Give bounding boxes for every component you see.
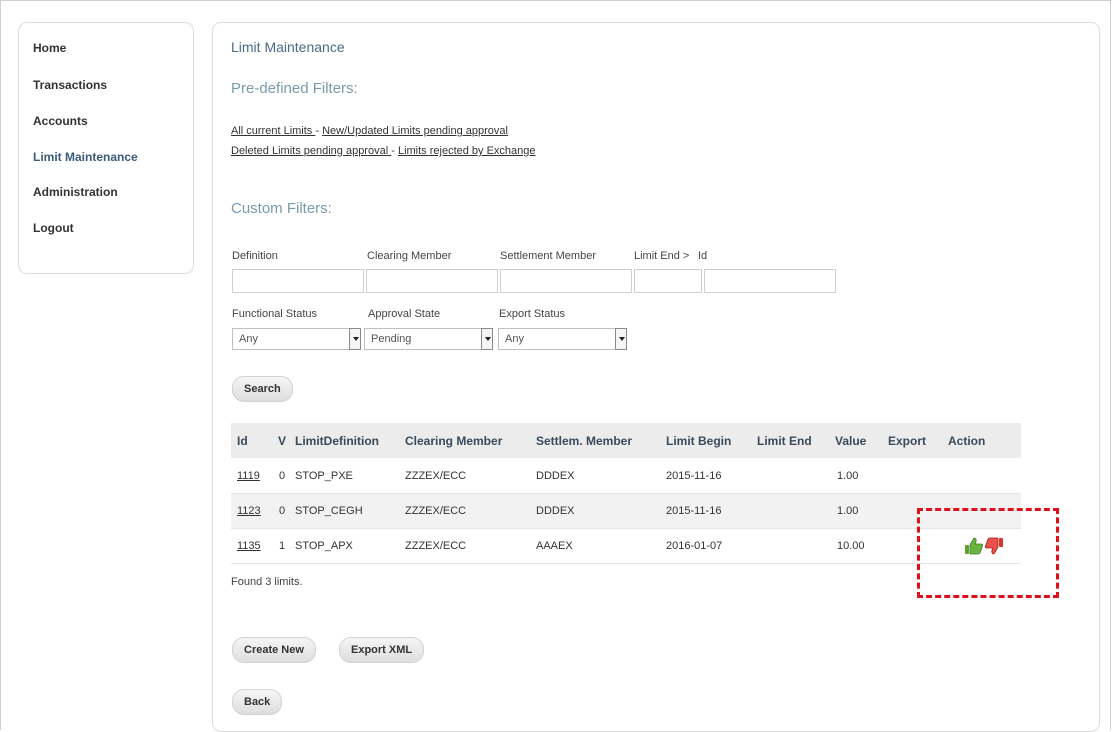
predefined-filters-row-2: Deleted Limits pending approval - Limits… xyxy=(231,145,536,157)
nav-item-transactions[interactable]: Transactions xyxy=(33,78,107,92)
row-version: 0 xyxy=(279,470,286,482)
nav-item-limit-maintenance[interactable]: Limit Maintenance xyxy=(33,150,138,164)
row-settlement-member: DDDEX xyxy=(536,470,575,482)
row-id-link[interactable]: 1123 xyxy=(237,505,261,517)
row-value: 10.00 xyxy=(837,540,865,552)
chevron-down-icon[interactable] xyxy=(349,328,361,350)
approval-state-value: Pending xyxy=(371,333,412,345)
row-id-link[interactable]: 1119 xyxy=(237,470,260,482)
export-status-label: Export Status xyxy=(499,308,566,320)
row-definition: STOP_PXE xyxy=(295,470,353,482)
row-value: 1.00 xyxy=(837,505,859,517)
row-limit-begin: 2015-11-16 xyxy=(666,505,722,517)
main-panel: Limit Maintenance Pre-defined Filters: A… xyxy=(212,22,1100,732)
settlement-member-label: Settlement Member xyxy=(500,250,596,262)
row-definition: STOP_CEGH xyxy=(295,505,363,517)
clearing-member-input[interactable] xyxy=(366,269,498,293)
header-action: Action xyxy=(948,434,986,448)
export-status-select[interactable]: Any xyxy=(498,328,627,350)
functional-status-select[interactable]: Any xyxy=(232,328,361,350)
link-new-updated-pending[interactable]: New/Updated Limits pending approval xyxy=(322,125,508,137)
page-title: Limit Maintenance xyxy=(231,39,345,55)
header-value[interactable]: Value xyxy=(835,434,866,448)
id-label: Id xyxy=(698,250,708,262)
nav-item-home[interactable]: Home xyxy=(33,41,66,55)
functional-status-label: Functional Status xyxy=(232,308,317,320)
nav-item-logout[interactable]: Logout xyxy=(33,221,74,235)
custom-filters-title: Custom Filters: xyxy=(231,200,332,217)
row-version: 0 xyxy=(279,505,286,517)
table-header: Id V LimitDefinition Clearing Member Set… xyxy=(231,423,1021,458)
row-settlement-member: AAAEX xyxy=(536,540,573,552)
approval-state-select[interactable]: Pending xyxy=(364,328,493,350)
limit-end-label: Limit End > xyxy=(634,250,690,262)
chevron-down-icon[interactable] xyxy=(481,328,493,350)
header-limit-begin[interactable]: Limit Begin xyxy=(666,434,731,448)
header-settlement-member[interactable]: Settlem. Member xyxy=(536,434,632,448)
highlight-annotation-box xyxy=(917,508,1059,598)
row-limit-begin: 2016-01-07 xyxy=(666,540,723,552)
predefined-filters-row-1: All current Limits - New/Updated Limits … xyxy=(231,125,508,137)
definition-label: Definition xyxy=(232,250,278,262)
row-id-link[interactable]: 1135 xyxy=(237,540,261,552)
export-xml-button[interactable]: Export XML xyxy=(339,637,425,663)
link-deleted-pending[interactable]: Deleted Limits pending approval xyxy=(231,145,391,157)
back-button[interactable]: Back xyxy=(232,689,283,715)
predefined-filters-title: Pre-defined Filters: xyxy=(231,80,358,97)
row-clearing-member: ZZZEX/ECC xyxy=(405,470,467,482)
header-limit-definition[interactable]: LimitDefinition xyxy=(295,434,379,448)
header-id[interactable]: Id xyxy=(237,434,248,448)
definition-input[interactable] xyxy=(232,269,364,293)
row-clearing-member: ZZZEX/ECC xyxy=(405,505,467,517)
link-separator: - xyxy=(391,145,398,157)
id-input[interactable] xyxy=(704,269,836,293)
nav-item-accounts[interactable]: Accounts xyxy=(33,114,88,128)
header-clearing-member[interactable]: Clearing Member xyxy=(405,434,502,448)
clearing-member-label: Clearing Member xyxy=(367,250,452,262)
row-settlement-member: DDDEX xyxy=(536,505,575,517)
table-row: 1123 0 STOP_CEGH ZZZEX/ECC DDDEX 2015-11… xyxy=(231,494,1021,529)
header-limit-end[interactable]: Limit End xyxy=(757,434,812,448)
table-row: 1119 0 STOP_PXE ZZZEX/ECC DDDEX 2015-11-… xyxy=(231,459,1021,494)
nav-item-administration[interactable]: Administration xyxy=(33,185,118,199)
row-clearing-member: ZZZEX/ECC xyxy=(405,540,467,552)
functional-status-value: Any xyxy=(239,333,258,345)
create-new-button[interactable]: Create New xyxy=(232,637,316,663)
settlement-member-input[interactable] xyxy=(500,269,632,293)
search-button[interactable]: Search xyxy=(232,376,293,402)
row-version: 1 xyxy=(279,540,286,552)
table-row: 1135 1 STOP_APX ZZZEX/ECC AAAEX 2016-01-… xyxy=(231,529,1021,564)
results-count: Found 3 limits. xyxy=(231,576,303,588)
link-rejected-by-exchange[interactable]: Limits rejected by Exchange xyxy=(398,145,536,157)
sidebar-nav: Home Transactions Accounts Limit Mainten… xyxy=(18,22,194,274)
export-status-value: Any xyxy=(505,333,524,345)
header-version[interactable]: V xyxy=(278,434,286,448)
row-value: 1.00 xyxy=(837,470,859,482)
row-definition: STOP_APX xyxy=(295,540,353,552)
row-limit-begin: 2015-11-16 xyxy=(666,470,722,482)
link-all-current-limits[interactable]: All current Limits xyxy=(231,125,315,137)
header-export[interactable]: Export xyxy=(888,434,926,448)
approval-state-label: Approval State xyxy=(368,308,441,320)
limit-end-input[interactable] xyxy=(634,269,702,293)
chevron-down-icon[interactable] xyxy=(615,328,627,350)
